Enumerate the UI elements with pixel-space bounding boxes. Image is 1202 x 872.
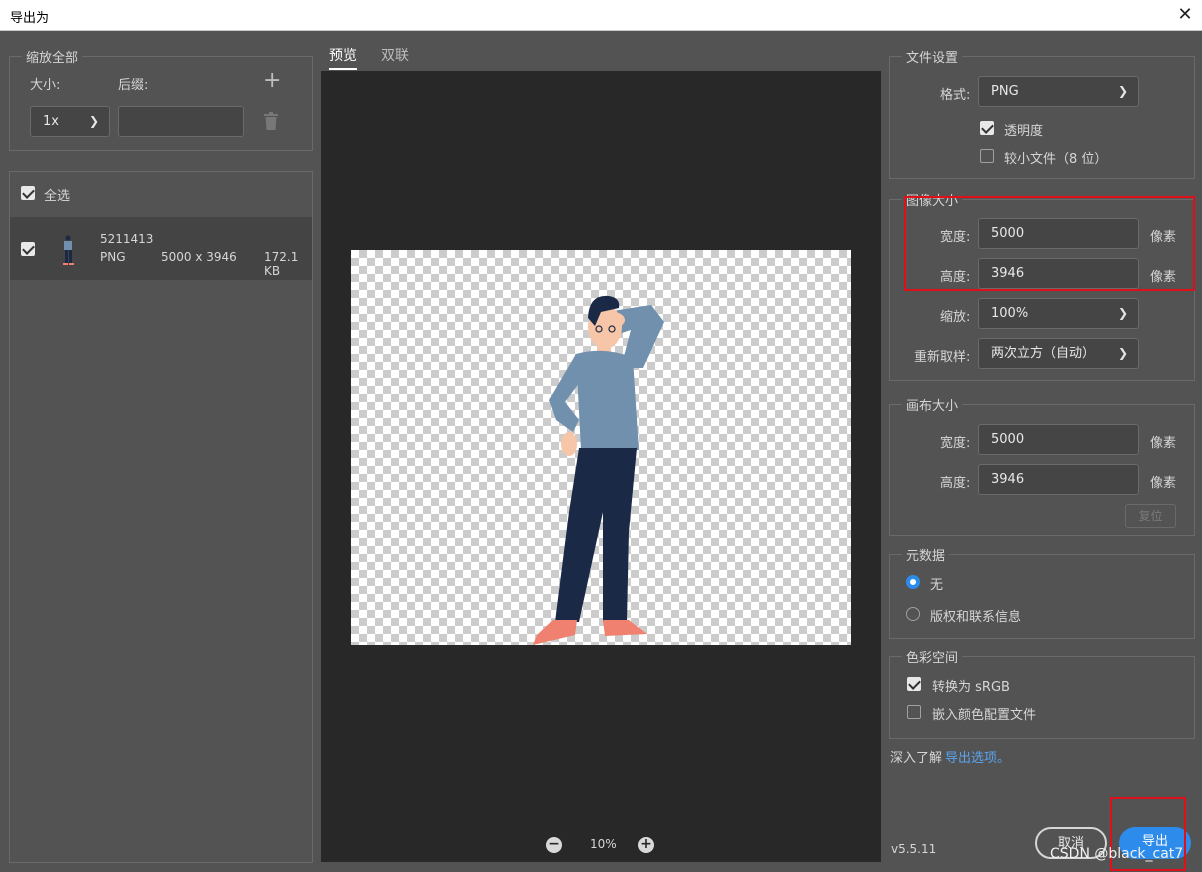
version-label: v5.5.11 xyxy=(891,842,937,856)
color-space-legend: 色彩空间 xyxy=(902,647,963,666)
resample-value: 两次立方（自动） xyxy=(991,346,1096,361)
chevron-down-icon: ❯ xyxy=(88,114,99,128)
asset-filesize: 172.1 KB xyxy=(264,250,299,278)
chevron-down-icon: ❯ xyxy=(1117,84,1128,98)
format-value: PNG xyxy=(991,84,1019,99)
scale-all-legend: 缩放全部 xyxy=(22,47,83,66)
asset-format: PNG xyxy=(100,250,126,264)
metadata-none-label: 无 xyxy=(930,578,944,593)
file-settings-legend: 文件设置 xyxy=(902,47,963,66)
embed-profile-checkbox[interactable] xyxy=(907,705,921,719)
add-scale-icon[interactable]: + xyxy=(263,68,281,93)
scale-value: 100% xyxy=(991,306,1029,321)
suffix-input[interactable] xyxy=(118,106,244,137)
smaller-file-checkbox[interactable] xyxy=(980,149,994,163)
metadata-legend: 元数据 xyxy=(902,545,950,564)
resample-select[interactable]: 两次立方（自动） ❯ xyxy=(978,338,1139,369)
image-size-highlight xyxy=(904,196,1195,291)
canvas-height-unit: 像素 xyxy=(1150,476,1177,491)
reset-button[interactable]: 复位 xyxy=(1125,504,1176,528)
tab-2-up[interactable]: 双联 xyxy=(381,45,409,65)
select-all-label: 全选 xyxy=(44,189,71,204)
canvas-height-label: 高度: xyxy=(940,476,971,491)
format-label: 格式: xyxy=(940,88,971,103)
asset-dimensions: 5000 x 3946 xyxy=(161,250,237,264)
zoom-out-icon[interactable]: − xyxy=(546,837,562,853)
zoom-bar: − 10% + xyxy=(321,833,881,857)
trash-icon[interactable] xyxy=(263,112,279,130)
chevron-down-icon: ❯ xyxy=(1117,306,1128,320)
metadata-group xyxy=(889,554,1195,639)
color-space-group xyxy=(889,656,1195,739)
scale-size-select[interactable]: 1x ❯ xyxy=(30,106,110,137)
preview-area: − 10% + xyxy=(321,71,881,862)
scale-size-value: 1x xyxy=(43,114,59,129)
chevron-down-icon: ❯ xyxy=(1117,346,1128,360)
learn-more-text: 深入了解 xyxy=(890,751,943,766)
zoom-in-icon[interactable]: + xyxy=(638,837,654,853)
preview-figure xyxy=(533,295,664,645)
canvas-width-unit: 像素 xyxy=(1150,436,1177,451)
transparency-label: 透明度 xyxy=(1004,124,1044,139)
tab-preview[interactable]: 预览 xyxy=(329,45,357,65)
select-all-checkbox[interactable] xyxy=(21,186,35,200)
canvas-width-label: 宽度: xyxy=(940,436,971,451)
scale-select[interactable]: 100% ❯ xyxy=(978,298,1139,329)
canvas-width-input[interactable]: 5000 xyxy=(978,424,1139,455)
close-icon[interactable]: ✕ xyxy=(1168,0,1202,31)
convert-srgb-label: 转换为 sRGB xyxy=(932,680,1010,695)
zoom-level: 10% xyxy=(590,837,617,851)
asset-thumbnail xyxy=(60,235,76,265)
embed-profile-label: 嵌入颜色配置文件 xyxy=(932,708,1037,723)
list-item[interactable]: 5211413 PNG 5000 x 3946 172.1 KB xyxy=(10,217,312,280)
format-select[interactable]: PNG ❯ xyxy=(978,76,1139,107)
transparency-checkbox[interactable] xyxy=(980,121,994,135)
canvas-size-legend: 画布大小 xyxy=(902,395,963,414)
resample-label: 重新取样: xyxy=(914,350,971,365)
metadata-none-radio[interactable] xyxy=(906,575,920,589)
metadata-copyright-radio[interactable] xyxy=(906,607,920,621)
convert-srgb-checkbox[interactable] xyxy=(907,677,921,691)
watermark: CSDN @black_cat7 xyxy=(1050,846,1184,862)
size-label: 大小: xyxy=(30,78,61,93)
export-options-link[interactable]: 导出选项。 xyxy=(945,747,1010,766)
asset-list: 全选 5211413 PNG 5000 x 3946 172.1 KB xyxy=(9,171,313,863)
asset-checkbox[interactable] xyxy=(21,242,35,256)
preview-canvas xyxy=(351,250,851,645)
suffix-label: 后缀: xyxy=(118,78,149,93)
title-bar: 导出为 ✕ xyxy=(0,0,1202,31)
smaller-file-label: 较小文件（8 位） xyxy=(1004,152,1108,167)
window-title: 导出为 xyxy=(10,11,50,26)
canvas-height-input[interactable]: 3946 xyxy=(978,464,1139,495)
scale-label: 缩放: xyxy=(940,310,971,325)
metadata-copyright-label: 版权和联系信息 xyxy=(930,610,1022,625)
asset-name: 5211413 xyxy=(100,232,154,246)
active-tab-indicator xyxy=(329,68,357,70)
